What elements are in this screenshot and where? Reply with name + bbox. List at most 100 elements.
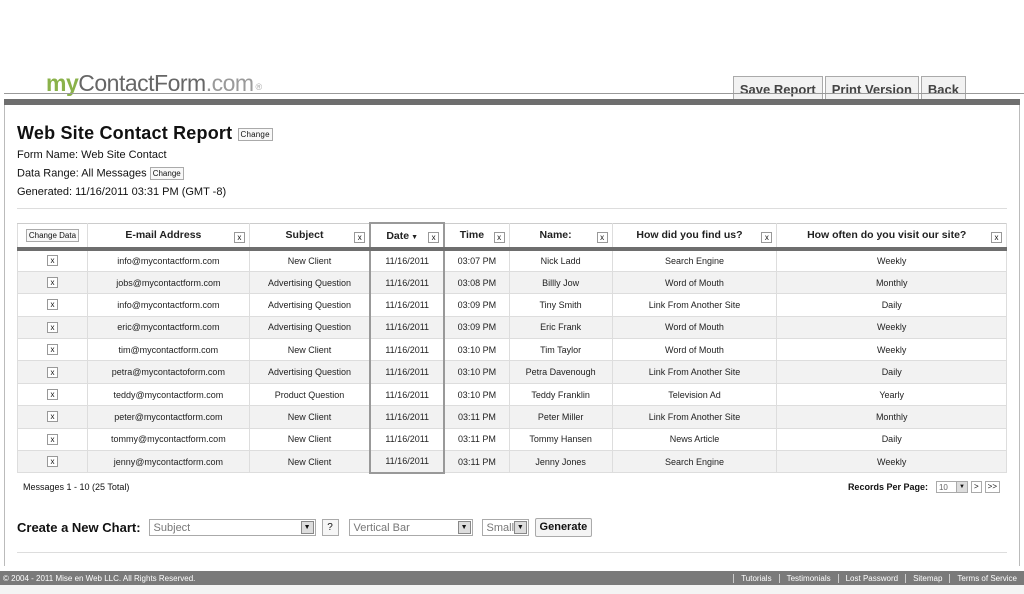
column-header-date[interactable]: Date ▼ x bbox=[369, 222, 446, 251]
remove-column-find-us[interactable]: x bbox=[761, 231, 773, 243]
cell-name: Jenny Jones bbox=[509, 450, 613, 474]
chevron-down-icon: ▼ bbox=[514, 521, 527, 534]
cell-subject: Product Question bbox=[249, 383, 371, 407]
cell-subject: New Client bbox=[249, 405, 371, 429]
cell-email: eric@mycontactform.com bbox=[87, 316, 250, 340]
change-title-button[interactable]: Change bbox=[237, 127, 273, 141]
column-header-find-us[interactable]: How did you find us? x bbox=[612, 222, 778, 251]
last-page-button[interactable]: >> bbox=[984, 481, 1000, 493]
remove-column-visit-frequency[interactable]: x bbox=[991, 231, 1002, 243]
column-header-email[interactable]: E-mail Address x bbox=[87, 222, 250, 251]
cell-name: Tommy Hansen bbox=[509, 428, 613, 452]
remove-row-button[interactable]: x bbox=[46, 366, 58, 378]
remove-row-button[interactable]: x bbox=[46, 433, 58, 445]
divider bbox=[17, 552, 1007, 553]
cell-find-us: Television Ad bbox=[612, 383, 778, 407]
cell-date: 11/16/2011 bbox=[369, 293, 446, 317]
column-header-visit-frequency[interactable]: How often do you visit our site? x bbox=[776, 222, 1007, 251]
new-chart-label: Create a New Chart: bbox=[17, 520, 141, 535]
cell-date: 11/16/2011 bbox=[369, 450, 446, 474]
header-rule bbox=[4, 93, 1024, 94]
next-page-button[interactable]: > bbox=[970, 481, 982, 493]
remove-row-button[interactable]: x bbox=[46, 255, 58, 267]
cell-find-us: Search Engine bbox=[612, 249, 778, 272]
footer-underbar bbox=[0, 585, 1024, 594]
column-header-time[interactable]: Time x bbox=[444, 222, 510, 251]
footer-link-tutorials[interactable]: Tutorials bbox=[733, 573, 778, 583]
divider bbox=[17, 208, 1007, 209]
cell-find-us: Search Engine bbox=[612, 450, 778, 474]
cell-date: 11/16/2011 bbox=[369, 316, 446, 340]
records-per-page-select[interactable]: 10 ▼ bbox=[935, 481, 968, 493]
cell-email: teddy@mycontactform.com bbox=[87, 383, 250, 407]
remove-row-button[interactable]: x bbox=[46, 344, 58, 356]
row-remove-cell: x bbox=[17, 249, 88, 272]
records-per-page-label: Records Per Page: bbox=[847, 482, 928, 492]
remove-row-button[interactable]: x bbox=[46, 277, 58, 289]
remove-row-button[interactable]: x bbox=[46, 411, 58, 423]
cell-name: Nick Ladd bbox=[509, 249, 613, 272]
cell-date: 11/16/2011 bbox=[369, 338, 446, 362]
cell-date: 11/16/2011 bbox=[369, 360, 446, 384]
chart-field-value: Subject bbox=[153, 521, 191, 534]
chart-size-select[interactable]: Small ▼ bbox=[481, 519, 529, 536]
footer-link-lost-password[interactable]: Lost Password bbox=[837, 573, 905, 583]
cell-date: 11/16/2011 bbox=[369, 405, 446, 429]
remove-row-button[interactable]: x bbox=[46, 321, 58, 333]
cell-visit-frequency: Weekly bbox=[776, 450, 1007, 474]
row-remove-cell: x bbox=[17, 271, 88, 295]
cell-name: Teddy Franklin bbox=[509, 383, 613, 407]
message-count: Messages 1 - 10 (25 Total) bbox=[23, 482, 130, 492]
cell-time: 03:09 PM bbox=[444, 293, 510, 317]
cell-email: info@mycontactform.com bbox=[87, 293, 250, 317]
help-button[interactable]: ? bbox=[321, 519, 339, 536]
remove-column-name[interactable]: x bbox=[596, 231, 608, 243]
table-row: x info@mycontactform.com Advertising Quest… bbox=[17, 293, 1007, 317]
row-remove-cell: x bbox=[17, 360, 88, 384]
footer-link-sitemap[interactable]: Sitemap bbox=[905, 573, 949, 583]
row-remove-cell: x bbox=[17, 405, 88, 429]
chart-type-select[interactable]: Vertical Bar ▼ bbox=[348, 519, 473, 536]
form-name: Form Name: Web Site Contact bbox=[17, 149, 167, 161]
remove-column-time[interactable]: x bbox=[493, 231, 505, 243]
logo-registered: ® bbox=[255, 82, 263, 92]
generated-date: Generated: 11/16/2011 03:31 PM (GMT -8) bbox=[17, 186, 227, 198]
cell-subject: New Client bbox=[249, 428, 371, 452]
cell-time: 03:11 PM bbox=[444, 405, 510, 429]
table-row: x info@mycontactform.com New Client 11/16/2… bbox=[17, 249, 1007, 272]
cell-email: jobs@mycontactform.com bbox=[87, 271, 250, 295]
footer-link-terms[interactable]: Terms of Service bbox=[949, 573, 1024, 583]
cell-date: 11/16/2011 bbox=[369, 249, 446, 272]
remove-row-button[interactable]: x bbox=[46, 299, 58, 311]
row-remove-cell: x bbox=[17, 383, 88, 407]
table-row: x petra@mycontactoform.com Advertising Que… bbox=[17, 360, 1007, 384]
cell-visit-frequency: Weekly bbox=[776, 249, 1007, 272]
print-version-button[interactable]: Print Version bbox=[824, 76, 919, 100]
table-row: x teddy@mycontactform.com Product Question… bbox=[17, 383, 1007, 407]
change-data-range-button[interactable]: Change bbox=[149, 167, 184, 180]
data-range: Data Range: All Messages Change bbox=[17, 167, 184, 180]
generate-button[interactable]: Generate bbox=[534, 518, 593, 537]
column-header-name[interactable]: Name: x bbox=[509, 222, 613, 251]
save-report-button[interactable]: Save Report bbox=[732, 76, 823, 100]
footer-link-testimonials[interactable]: Testimonials bbox=[778, 573, 838, 583]
change-data-button[interactable]: Change Data bbox=[25, 228, 80, 242]
back-button[interactable]: Back bbox=[920, 76, 966, 100]
row-remove-cell: x bbox=[17, 428, 88, 452]
change-data-cell: Change Data bbox=[17, 222, 88, 251]
remove-row-button[interactable]: x bbox=[46, 456, 58, 468]
column-header-subject[interactable]: Subject x bbox=[249, 222, 371, 251]
chart-field-select[interactable]: Subject ▼ bbox=[148, 519, 316, 536]
chevron-down-icon: ▼ bbox=[955, 482, 967, 492]
row-remove-cell: x bbox=[17, 316, 88, 340]
table-row: x peter@mycontactform.com New Client 11/16/… bbox=[17, 405, 1007, 429]
cell-subject: New Client bbox=[249, 338, 371, 362]
records-per-page-value: 10 bbox=[938, 482, 948, 492]
remove-row-button[interactable]: x bbox=[46, 389, 58, 401]
remove-column-email[interactable]: x bbox=[233, 231, 245, 243]
cell-email: info@mycontactform.com bbox=[87, 249, 250, 272]
remove-column-subject[interactable]: x bbox=[354, 231, 366, 243]
remove-column-date[interactable]: x bbox=[428, 232, 440, 243]
row-remove-cell: x bbox=[17, 338, 88, 362]
cell-visit-frequency: Daily bbox=[776, 428, 1007, 452]
